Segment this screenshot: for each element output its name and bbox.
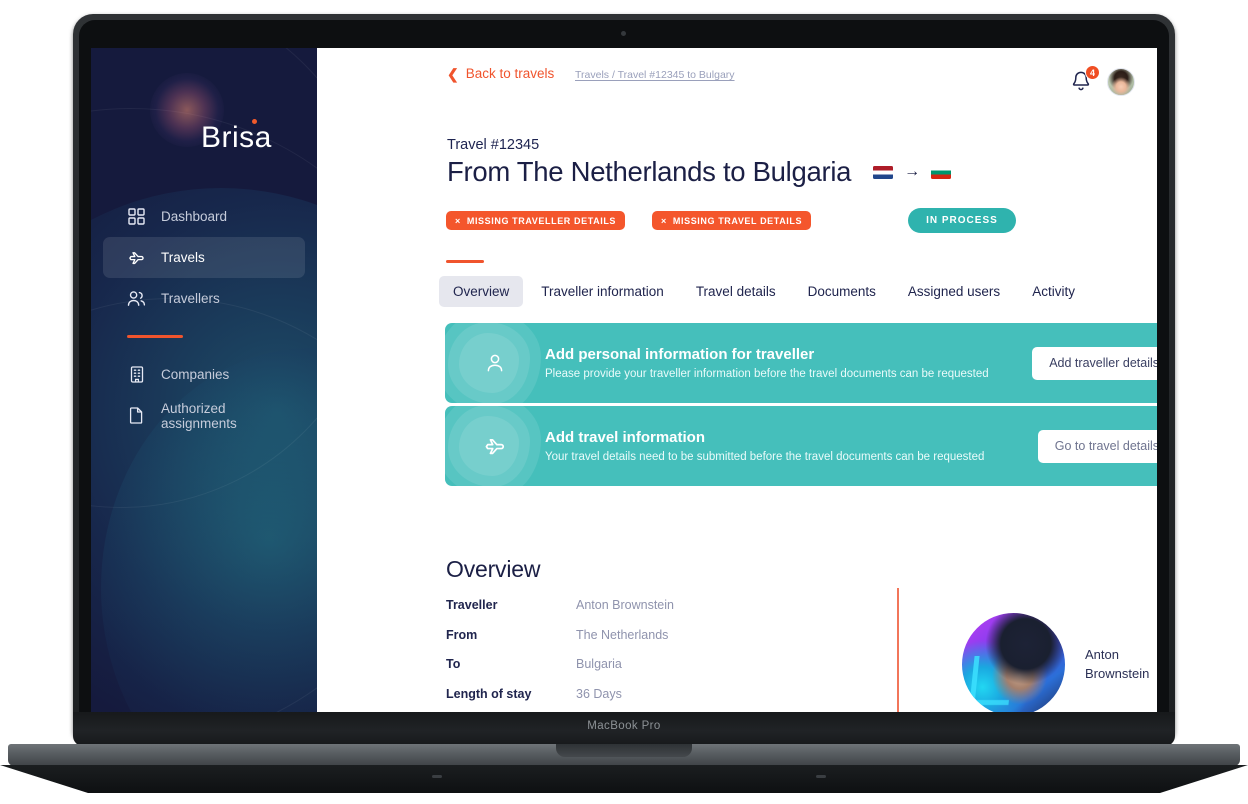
overview-row: Traveller Anton Brownstein — [446, 598, 896, 628]
status-badge-missing-travel[interactable]: × MISSING TRAVEL DETAILS — [652, 211, 812, 230]
document-icon — [127, 406, 146, 425]
sidebar-item-label: Authorized assignments — [161, 400, 237, 431]
row-value: 36 Days — [576, 686, 622, 701]
overview-heading: Overview — [446, 556, 541, 582]
traveller-photo — [962, 613, 1065, 712]
sidebar-item-dashboard[interactable]: Dashboard — [103, 196, 305, 237]
task-subtitle: Your travel details need to be submitted… — [545, 451, 985, 463]
logo-accent-dot — [252, 119, 257, 124]
building-icon — [127, 365, 146, 384]
base-foot-dot — [432, 775, 442, 778]
screen: Brisa Dashboard Travels Travellers Compa… — [91, 48, 1157, 712]
sidebar-divider — [127, 335, 183, 338]
overview-row: From The Netherlands — [446, 628, 896, 658]
badge-label: MISSING TRAVEL DETAILS — [672, 215, 803, 226]
overview-row: Length of stay 36 Days — [446, 687, 896, 713]
back-link-label: Back to travels — [465, 66, 555, 81]
back-to-travels-link[interactable]: ❮ Back to travels — [447, 66, 554, 81]
sidebar-item-authorized-assignments[interactable]: Authorized assignments — [103, 395, 305, 436]
laptop-mockup: Brisa Dashboard Travels Travellers Compa… — [0, 0, 1248, 804]
row-value: Bulgaria — [576, 657, 622, 671]
people-icon — [127, 289, 146, 308]
base-foot-dot — [816, 775, 826, 778]
chevron-left-icon: ❮ — [447, 65, 459, 82]
sidebar-item-label: Travellers — [161, 291, 220, 306]
sidebar: Brisa Dashboard Travels Travellers Compa… — [91, 48, 317, 712]
status-badges: × MISSING TRAVELLER DETAILS × MISSING TR… — [446, 208, 1016, 233]
person-icon — [445, 352, 545, 374]
row-value: The Netherlands — [576, 627, 669, 642]
page-title: From The Netherlands to Bulgaria — [447, 156, 852, 187]
bulgaria-flag-icon — [931, 165, 952, 179]
tab-assigned-users[interactable]: Assigned users — [894, 276, 1014, 307]
grid-icon — [127, 207, 146, 226]
plane-icon — [445, 435, 545, 458]
close-icon: × — [455, 215, 461, 226]
row-label: Length of stay — [446, 686, 532, 701]
webcam-dot — [621, 31, 626, 36]
add-traveller-details-button[interactable]: Add traveller details — [1032, 346, 1157, 380]
tab-bar: Overview Traveller information Travel de… — [439, 276, 1089, 307]
notifications-button[interactable]: 4 — [1070, 65, 1100, 94]
badge-label: MISSING TRAVELLER DETAILS — [466, 215, 617, 226]
sidebar-item-label: Companies — [161, 367, 230, 382]
go-to-travel-details-button[interactable]: Go to travel details — [1037, 429, 1157, 463]
tab-documents[interactable]: Documents — [794, 276, 890, 307]
task-card-travel-info: Add travel information Your travel detai… — [445, 406, 1157, 486]
topbar: 4 — [1070, 65, 1135, 96]
netherlands-flag-icon — [873, 165, 894, 179]
bottom-bezel: MacBook Pro — [73, 712, 1175, 746]
sidebar-item-travellers[interactable]: Travellers — [103, 278, 305, 319]
brisa-logo: Brisa — [201, 121, 272, 154]
task-card-traveller-info: Add personal information for traveller P… — [445, 323, 1157, 403]
plane-icon — [127, 248, 146, 267]
status-badge-in-process: IN PROCESS — [908, 208, 1016, 233]
task-title: Add travel information — [545, 429, 706, 446]
task-text: Add personal information for traveller P… — [545, 346, 1032, 380]
laptop-base-foot — [0, 765, 1248, 793]
sidebar-item-companies[interactable]: Companies — [103, 354, 305, 395]
route-flags: → — [873, 163, 952, 180]
overview-divider — [897, 588, 899, 712]
task-title: Add personal information for traveller — [545, 346, 815, 363]
traveller-summary-card: Anton Brownstein — [962, 613, 1157, 712]
overview-row: To Bulgaria — [446, 657, 896, 687]
breadcrumb[interactable]: Travels / Travel #12345 to Bulgary — [575, 69, 735, 81]
avatar[interactable] — [1107, 68, 1135, 96]
title-row: From The Netherlands to Bulgaria → — [447, 156, 952, 188]
traveller-last-name: Brownstein — [1085, 665, 1150, 681]
tab-activity[interactable]: Activity — [1018, 276, 1089, 307]
row-label: To — [446, 657, 461, 671]
task-subtitle: Please provide your traveller informatio… — [545, 368, 989, 380]
traveller-first-name: Anton — [1085, 646, 1119, 662]
tab-traveller-information[interactable]: Traveller information — [527, 276, 678, 307]
task-text: Add travel information Your travel detai… — [545, 429, 1038, 463]
notification-count-badge: 4 — [1085, 65, 1100, 80]
sidebar-item-label: Travels — [161, 250, 205, 265]
sidebar-item-travels[interactable]: Travels — [103, 237, 305, 278]
close-icon: × — [661, 215, 667, 226]
status-badge-missing-traveller[interactable]: × MISSING TRAVELLER DETAILS — [446, 211, 626, 230]
sidebar-item-label: Dashboard — [161, 209, 228, 224]
travel-id: Travel #12345 — [447, 137, 540, 153]
sidebar-nav: Dashboard Travels Travellers Companies A… — [91, 196, 317, 436]
overview-table: Traveller Anton Brownstein From The Neth… — [446, 598, 896, 712]
main-content: 4 ❮ Back to travels Travels / Travel #12… — [317, 48, 1157, 712]
laptop-base-notch — [556, 744, 692, 757]
tab-overview[interactable]: Overview — [439, 276, 524, 307]
tab-travel-details[interactable]: Travel details — [682, 276, 790, 307]
macbook-pro-label: MacBook Pro — [587, 720, 661, 732]
row-value: Anton Brownstein — [576, 598, 674, 612]
row-label: Traveller — [446, 598, 498, 612]
row-label: From — [446, 627, 478, 642]
tabs-accent-divider — [446, 260, 484, 263]
arrow-right-icon: → — [904, 163, 921, 180]
traveller-name: Anton Brownstein — [1085, 646, 1157, 684]
